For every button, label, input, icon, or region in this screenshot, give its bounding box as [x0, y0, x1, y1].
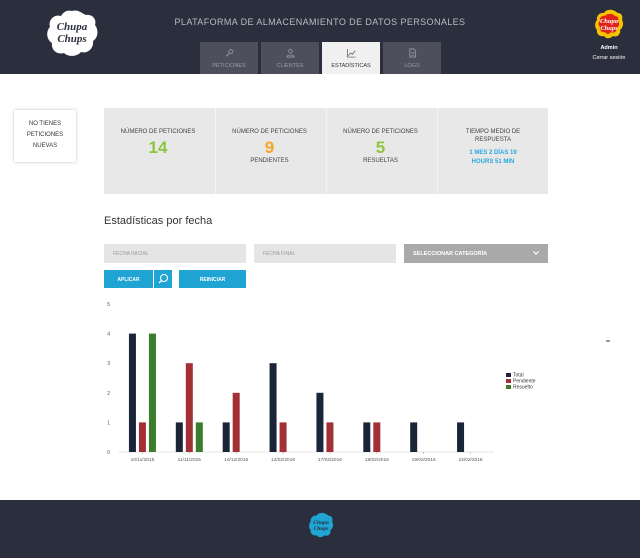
bar-pendiente: [326, 422, 334, 452]
main-tabs: PETICIONES CLIENTES ESTADÍSTICAS LOGS: [200, 42, 444, 74]
tab-label: CLIENTES: [276, 63, 304, 69]
no-requests-notice: NO TIENES PETICIONES NUEVAS: [14, 110, 76, 162]
y-tick-label: 0: [107, 450, 110, 456]
bar-resuelto: [148, 333, 156, 452]
y-tick-label: 5: [107, 302, 110, 308]
bar-total: [222, 422, 230, 452]
stat-label: TIEMPO MEDIO DE RESPUESTA: [465, 129, 521, 143]
x-tick-label: 17/02/2016: [318, 457, 342, 463]
key-icon: [226, 49, 234, 57]
x-tick-label: 10/11/2015: [131, 457, 155, 463]
bar-pendiente: [279, 422, 287, 452]
y-tick-label: 3: [107, 361, 110, 367]
stat-label: NÚMERO DE PETICIONES: [232, 129, 307, 135]
bar-total: [457, 422, 465, 452]
document-icon: [409, 48, 417, 58]
stat-label: NÚMERO DE PETICIONES: [120, 129, 196, 135]
stat-value: 9: [264, 138, 275, 157]
apply-button[interactable]: APLICAR: [104, 270, 153, 288]
legend-swatch: [506, 385, 511, 389]
tab-estadisticas[interactable]: ESTADÍSTICAS: [322, 42, 380, 74]
bar-total: [410, 422, 418, 452]
y-tick-label: 2: [107, 391, 110, 397]
x-tick-label: 22/02/2016: [459, 457, 483, 463]
section-title: Estadísticas por fecha: [104, 215, 213, 227]
y-tick-label: 4: [107, 332, 110, 338]
category-select[interactable]: SELECCIONAR CATEGORÍA: [404, 244, 548, 263]
legend-swatch: [506, 373, 511, 377]
end-date-input[interactable]: FECHA FINAL: [254, 244, 396, 263]
stat-response-time: TIEMPO MEDIO DE RESPUESTA 1 MES 2 DÍAS 1…: [437, 108, 548, 194]
bar-pendiente: [232, 392, 240, 452]
bar-total: [175, 422, 183, 452]
tab-peticiones[interactable]: PETICIONES: [200, 42, 258, 74]
x-tick-label: 18/02/2016: [365, 457, 389, 463]
x-tick-label: 10/12/2015: [224, 457, 248, 463]
reset-button[interactable]: REINICIAR: [179, 270, 246, 288]
x-tick-label: 12/02/2016: [271, 457, 295, 463]
stat-pending: NÚMERO DE PETICIONES 9 PENDIENTES: [215, 108, 323, 194]
chupa-chups-logo[interactable]: Chupa Chups: [44, 8, 100, 58]
x-tick-label: 19/02/2016: [412, 457, 436, 463]
footer: Chupa Chups: [0, 500, 640, 558]
bar-total: [316, 392, 324, 452]
bar-resuelto: [195, 422, 203, 452]
logout-link[interactable]: Cerrar sesión: [580, 55, 638, 61]
footer-logo: Chupa Chups: [309, 512, 333, 538]
start-date-input[interactable]: FECHA INICIAL: [104, 244, 246, 263]
tab-clientes[interactable]: CLIENTES: [261, 42, 319, 74]
badge-text-line2: Chups: [600, 25, 618, 32]
search-icon: [158, 273, 169, 284]
y-tick-label: 1: [107, 420, 110, 426]
stats-panel: NÚMERO DE PETICIONES 14 NÚMERO DE PETICI…: [104, 108, 548, 194]
chevron-down-icon: [533, 251, 539, 255]
stat-sublabel: RESUELTAS: [363, 158, 398, 164]
footer-logo-line1: Chupa: [313, 520, 329, 526]
stats-bar-chart: 0 1 2 3 4 5 10/11/2015 11/11/2015 10/12/2015 12/0…: [107, 302, 536, 463]
user-name: Admin: [600, 45, 618, 51]
bar-total: [128, 333, 136, 452]
chart-line-icon: [347, 48, 356, 58]
tab-label: LOGS: [404, 63, 420, 69]
notice-line: NO TIENES: [28, 121, 62, 127]
bar-pendiente: [185, 363, 193, 452]
chupa-chups-badge: Chupa Chups: [595, 9, 623, 39]
notice-line: NUEVAS: [32, 143, 58, 149]
stat-value: 14: [148, 138, 168, 157]
notice-line: PETICIONES: [26, 132, 64, 138]
decorative-dash: [606, 340, 610, 342]
logo-text-line2: Chups: [57, 33, 86, 45]
legend-swatch: [506, 379, 511, 383]
category-select-label: SELECCIONAR CATEGORÍA: [413, 251, 488, 257]
user-icon: [286, 48, 295, 58]
stat-time-value: 1 MES 2 DÍAS 19 HOURS 51 MIN: [469, 150, 517, 165]
tab-logs[interactable]: LOGS: [383, 42, 441, 74]
header: Chupa Chups PLATAFORMA DE ALMACENAMIENTO…: [0, 0, 640, 74]
tab-label: PETICIONES: [212, 63, 246, 69]
stat-label: NÚMERO DE PETICIONES: [343, 129, 418, 135]
bar-total: [269, 363, 277, 452]
footer-logo-line2: Chups: [314, 526, 329, 532]
x-tick-label: 11/11/2015: [178, 457, 202, 463]
badge-text-line1: Chupa: [600, 18, 619, 25]
tab-label: ESTADÍSTICAS: [331, 63, 371, 69]
stat-resolved: NÚMERO DE PETICIONES 5 RESUELTAS: [326, 108, 434, 194]
bar-pendiente: [373, 422, 381, 452]
bar-total: [363, 422, 371, 452]
stat-total: NÚMERO DE PETICIONES 14: [104, 108, 212, 194]
stat-value: 5: [375, 138, 386, 157]
search-button[interactable]: [153, 270, 172, 288]
platform-title: PLATAFORMA DE ALMACENAMIENTO DE DATOS PE…: [174, 17, 466, 27]
stat-sublabel: PENDIENTES: [250, 158, 289, 164]
bar-pendiente: [138, 422, 146, 452]
legend-label: Resuelto: [513, 385, 533, 391]
